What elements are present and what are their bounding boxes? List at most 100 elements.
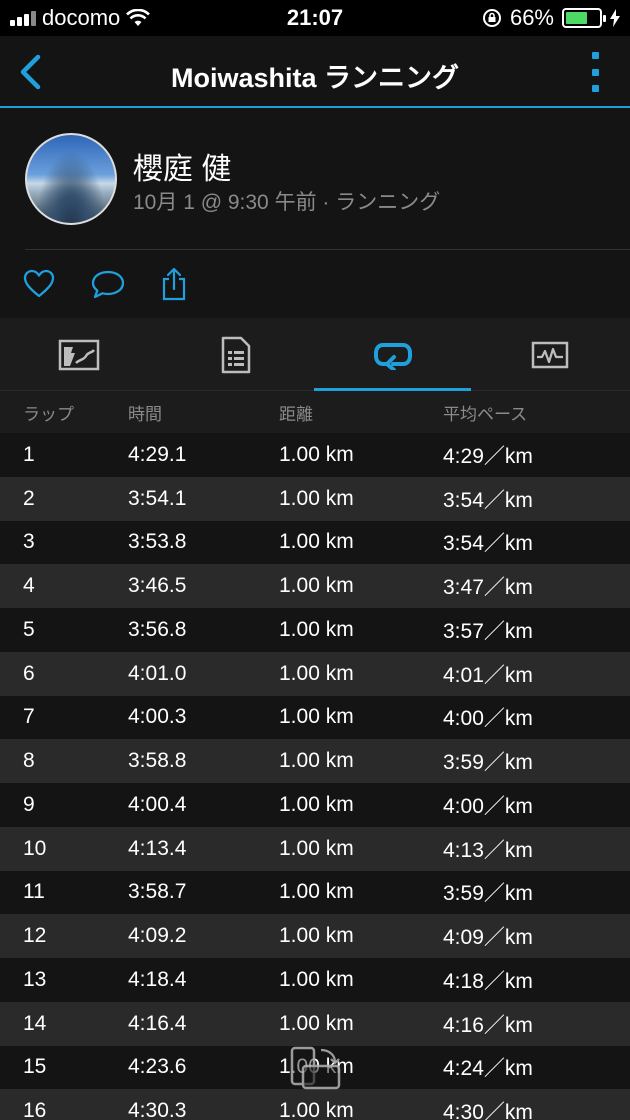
lap-number: 9 [23, 792, 35, 816]
tab-map[interactable] [0, 318, 157, 391]
lap-time: 3:56.8 [128, 617, 187, 641]
lap-pace: 4:24／km [443, 1057, 533, 1081]
laps-table-header: ラップ 時間 距離 平均ペース [0, 391, 630, 433]
lap-pace: 4:30／km [443, 1101, 533, 1120]
lap-distance: 1.00 km [279, 661, 354, 685]
lap-distance: 1.00 km [279, 530, 354, 554]
lap-distance: 1.00 km [279, 574, 354, 598]
dot [591, 85, 599, 92]
lap-distance: 1.00 km [279, 880, 354, 904]
lap-number: 4 [23, 574, 35, 598]
lap-pace: 3:59／km [443, 882, 533, 906]
table-row[interactable]: 10 4:13.4 1.00 km 4:13／km [0, 826, 630, 871]
table-row[interactable]: 7 4:00.3 1.00 km 4:00／km [0, 695, 630, 740]
battery-percent: 66% [509, 5, 554, 30]
table-row[interactable]: 11 3:58.7 1.00 km 3:59／km [0, 870, 630, 915]
user-name: 櫻庭 健 [133, 153, 232, 186]
social-actions [0, 262, 630, 308]
comment-button[interactable] [90, 266, 126, 302]
lap-time: 3:58.7 [128, 880, 187, 904]
table-row[interactable]: 14 4:16.4 1.00 km 4:16／km [0, 1001, 630, 1046]
table-row[interactable]: 13 4:18.4 1.00 km 4:18／km [0, 958, 630, 1002]
lap-distance: 1.00 km [279, 1011, 354, 1035]
column-header-lap: ラップ [23, 404, 74, 424]
charging-icon [610, 9, 620, 27]
table-row[interactable]: 2 3:54.1 1.00 km 3:54／km [0, 476, 630, 521]
lap-distance: 1.00 km [279, 924, 354, 948]
table-row[interactable]: 16 4:30.3 1.00 km 4:30／km [0, 1089, 630, 1120]
map-icon [58, 339, 99, 370]
battery-icon [562, 8, 606, 28]
dot [591, 52, 599, 59]
lap-pace: 4:09／km [443, 926, 533, 950]
lap-number: 1 [23, 442, 35, 466]
lap-distance: 1.00 km [279, 836, 354, 860]
like-button[interactable] [21, 266, 57, 302]
column-header-time: 時間 [128, 404, 162, 424]
comment-icon [91, 270, 125, 299]
lap-time: 4:18.4 [128, 967, 187, 991]
heart-icon [23, 269, 55, 298]
status-right: 66% [482, 5, 620, 31]
column-header-distance: 距離 [279, 404, 313, 424]
tab-laps[interactable] [314, 318, 471, 391]
table-row[interactable]: 8 3:58.8 1.00 km 3:59／km [0, 739, 630, 783]
dot [591, 68, 599, 76]
avatar[interactable] [25, 133, 117, 225]
share-icon [162, 267, 186, 301]
lap-number: 16 [23, 1099, 47, 1120]
table-row[interactable]: 9 4:00.4 1.00 km 4:00／km [0, 783, 630, 827]
table-row[interactable]: 6 4:01.0 1.00 km 4:01／km [0, 651, 630, 696]
table-row[interactable]: 4 3:46.5 1.00 km 3:47／km [0, 564, 630, 608]
lap-number: 2 [23, 486, 35, 510]
lap-number: 3 [23, 530, 35, 554]
lap-number: 8 [23, 749, 35, 773]
lap-time: 3:58.8 [128, 749, 187, 773]
lap-time: 3:53.8 [128, 530, 187, 554]
lap-pace: 4:16／km [443, 1013, 533, 1037]
details-icon [221, 336, 250, 373]
lap-distance: 1.00 km [279, 1099, 354, 1120]
share-button[interactable] [156, 266, 192, 302]
rotation-lock-icon [482, 9, 501, 27]
activity-profile: 櫻庭 健 10月 1 @ 9:30 午前 · ランニング [0, 110, 630, 250]
table-row[interactable]: 1 4:29.1 1.00 km 4:29／km [0, 433, 630, 477]
lap-pace: 3:59／km [443, 751, 533, 775]
column-header-pace: 平均ペース [443, 404, 528, 424]
lap-distance: 1.00 km [279, 442, 354, 466]
lap-pace: 3:47／km [443, 576, 533, 600]
lap-number: 12 [23, 924, 47, 948]
more-options-button[interactable] [586, 52, 604, 92]
navigation-header: Moiwashita ランニング [0, 36, 630, 108]
lap-distance: 1.00 km [279, 486, 354, 510]
lap-number: 5 [23, 617, 35, 641]
lap-time: 4:00.4 [128, 792, 187, 816]
lap-time: 4:00.3 [128, 705, 187, 729]
activity-meta: 10月 1 @ 9:30 午前 · ランニング [133, 191, 441, 214]
page-title: Moiwashita ランニング [170, 63, 460, 93]
status-bar: docomo 21:07 66% [0, 0, 630, 36]
lap-number: 13 [23, 967, 47, 991]
lap-time: 3:54.1 [128, 486, 187, 510]
laps-icon [373, 342, 412, 370]
lap-number: 6 [23, 661, 35, 685]
table-row[interactable]: 5 3:56.8 1.00 km 3:57／km [0, 608, 630, 652]
table-row[interactable]: 12 4:09.2 1.00 km 4:09／km [0, 914, 630, 958]
activity-tabs [0, 318, 630, 391]
lap-pace: 4:13／km [443, 838, 533, 862]
lap-pace: 4:00／km [443, 794, 533, 818]
lap-distance: 1.00 km [279, 967, 354, 991]
rotate-screen-icon[interactable] [289, 1046, 341, 1092]
tab-charts[interactable] [471, 318, 628, 391]
table-row[interactable]: 3 3:53.8 1.00 km 3:54／km [0, 520, 630, 565]
lap-pace: 4:18／km [443, 969, 533, 993]
lap-pace: 3:54／km [443, 532, 533, 556]
tab-details[interactable] [157, 318, 314, 391]
lap-time: 4:01.0 [128, 661, 187, 685]
lap-distance: 1.00 km [279, 792, 354, 816]
lap-pace: 4:01／km [443, 663, 533, 687]
chart-icon [531, 341, 568, 368]
lap-time: 4:09.2 [128, 924, 187, 948]
laps-table: 1 4:29.1 1.00 km 4:29／km 2 3:54.1 1.00 km 3:54… [0, 433, 630, 1120]
lap-number: 11 [23, 880, 45, 904]
